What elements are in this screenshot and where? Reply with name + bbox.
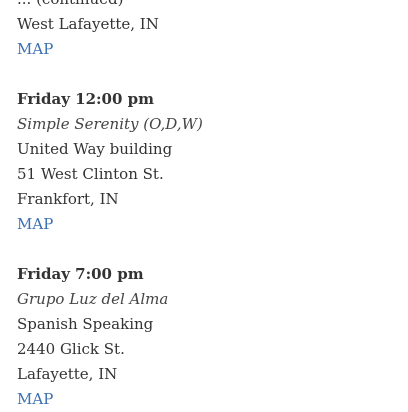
meeting-map-link[interactable]: MAP xyxy=(17,215,53,233)
previous-entry-city: West Lafayette, IN xyxy=(17,15,159,33)
previous-entry-cut-line: ... (continued) xyxy=(17,0,397,12)
meeting-group-name: Simple Serenity (O,D,W) xyxy=(17,115,203,133)
meeting-address: 51 West Clinton St. xyxy=(17,165,164,183)
meeting-city: Lafayette, IN xyxy=(17,365,118,383)
meeting-group-name: Grupo Luz del Alma xyxy=(17,290,169,308)
meeting-entry: Friday 7:00 pm Grupo Luz del Alma Spanis… xyxy=(17,262,397,412)
meeting-entry: Friday 12:00 pm Simple Serenity (O,D,W) … xyxy=(17,87,397,237)
meeting-note: Spanish Speaking xyxy=(17,315,154,333)
meeting-map-link[interactable]: MAP xyxy=(17,390,53,408)
meeting-list: ... (continued) West Lafayette, IN MAP F… xyxy=(17,0,397,412)
previous-entry-map-link[interactable]: MAP xyxy=(17,40,53,58)
meeting-location: United Way building xyxy=(17,140,173,158)
meeting-time: Friday 7:00 pm xyxy=(17,265,144,283)
meeting-city: Frankfort, IN xyxy=(17,190,119,208)
meeting-time: Friday 12:00 pm xyxy=(17,90,154,108)
meeting-address: 2440 Glick St. xyxy=(17,340,125,358)
